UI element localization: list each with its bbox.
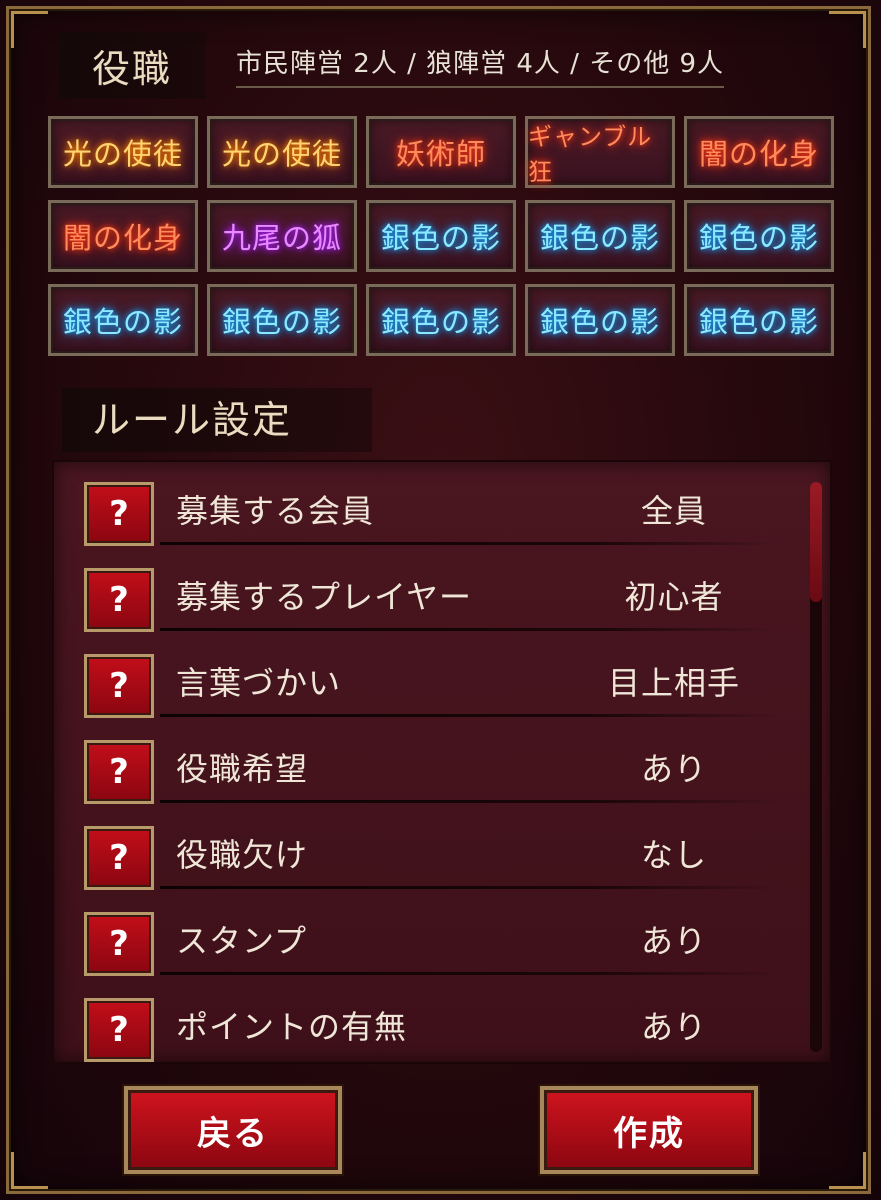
rule-label: 募集するプレイヤー (176, 578, 473, 616)
row-divider (160, 886, 780, 889)
frame-corner (11, 11, 48, 48)
rule-value: なし (640, 836, 707, 874)
rule-row-role-request: ? 役職希望 あり (84, 734, 814, 806)
role-tile[interactable]: 闇の化身 (684, 116, 834, 188)
role-tile[interactable]: 妖術師 (366, 116, 516, 188)
role-tile[interactable]: 銀色の影 (366, 200, 516, 272)
role-tile[interactable]: 銀色の影 (366, 284, 516, 356)
row-divider (160, 972, 780, 975)
rule-row-language: ? 言葉づかい 目上相手 (84, 648, 814, 720)
help-icon[interactable]: ? (84, 912, 154, 976)
rule-row-stamp: ? スタンプ あり (84, 906, 814, 978)
help-icon[interactable]: ? (84, 826, 154, 890)
rule-row-recruit-players: ? 募集するプレイヤー 初心者 (84, 562, 814, 634)
rule-value: あり (640, 750, 707, 788)
role-tile[interactable]: 銀色の影 (684, 200, 834, 272)
scrollbar-thumb[interactable] (810, 482, 822, 602)
row-divider (160, 542, 780, 545)
rule-label: スタンプ (176, 922, 308, 960)
rule-value: 全員 (640, 492, 707, 530)
roles-summary: 市民陣営 2人 / 狼陣営 4人 / その他 9人 (236, 43, 725, 88)
rule-row-recruit-members: ? 募集する会員 全員 (84, 476, 814, 548)
rule-label: 言葉づかい (176, 664, 342, 702)
role-tile[interactable]: 九尾の狐 (207, 200, 357, 272)
rules-title: ルール設定 (62, 388, 372, 452)
rule-value: 目上相手 (607, 664, 740, 702)
rule-value: あり (640, 922, 707, 960)
rules-list-panel[interactable]: ? 募集する会員 全員 ? 募集するプレイヤー 初心者 ? 言葉づかい 目上相手… (52, 460, 832, 1064)
row-divider (160, 714, 780, 717)
role-tile[interactable]: 光の使徒 (207, 116, 357, 188)
roles-title: 役職 (58, 31, 207, 99)
scrollbar[interactable] (810, 482, 822, 1052)
role-tile[interactable]: ギャンブル狂 (525, 116, 675, 188)
rule-label: 役職欠け (176, 836, 309, 874)
frame-corner (829, 11, 866, 48)
rule-label: 募集する会員 (176, 492, 375, 530)
help-icon[interactable]: ? (84, 998, 154, 1062)
help-icon[interactable]: ? (84, 482, 154, 546)
role-tile[interactable]: 銀色の影 (48, 284, 198, 356)
row-divider (160, 800, 780, 803)
rule-row-points: ? ポイントの有無 あり (84, 992, 814, 1062)
frame-corner (11, 1152, 48, 1189)
rule-label: ポイントの有無 (176, 1008, 408, 1046)
role-tile[interactable]: 銀色の影 (207, 284, 357, 356)
role-tile[interactable]: 銀色の影 (684, 284, 834, 356)
help-icon[interactable]: ? (84, 740, 154, 804)
rule-label: 役職希望 (176, 750, 309, 788)
role-tile[interactable]: 銀色の影 (525, 284, 675, 356)
rule-value: あり (640, 1008, 707, 1046)
role-tile[interactable]: 闇の化身 (48, 200, 198, 272)
role-tile[interactable]: 光の使徒 (48, 116, 198, 188)
roles-header: 役職 市民陣営 2人 / 狼陣営 4人 / その他 9人 (58, 31, 828, 99)
role-tile[interactable]: 銀色の影 (525, 200, 675, 272)
create-button[interactable]: 作成 (540, 1086, 758, 1174)
frame-corner (829, 1152, 866, 1189)
role-grid: 光の使徒 光の使徒 妖術師 ギャンブル狂 闇の化身 闇の化身 九尾の狐 銀色の影… (48, 116, 838, 356)
back-button[interactable]: 戻る (124, 1086, 342, 1174)
rule-row-role-missing: ? 役職欠け なし (84, 820, 814, 892)
rule-value: 初心者 (624, 578, 724, 616)
help-icon[interactable]: ? (84, 568, 154, 632)
help-icon[interactable]: ? (84, 654, 154, 718)
row-divider (160, 628, 780, 631)
